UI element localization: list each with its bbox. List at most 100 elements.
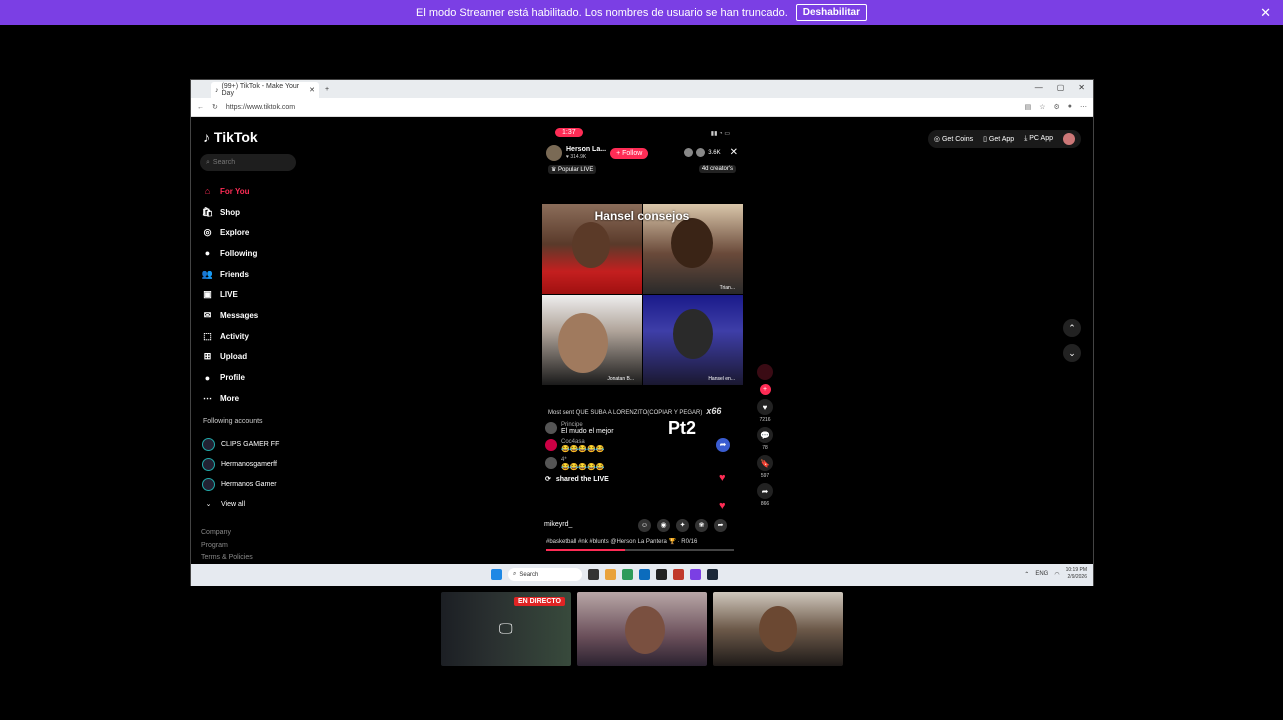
sidebar-item-upload[interactable]: ⊞ Upload <box>202 347 312 368</box>
live-stream-player: 1:37 ▮▮ ◔ ▭ Herson La... ♥ 314.9K + Foll… <box>540 127 744 555</box>
system-tray: ⌃ ENG ◠ 10:19 PM 2/9/2026 <box>1024 567 1087 581</box>
share-icon[interactable]: ➦ <box>714 519 727 532</box>
sidebar-footer: Company Program Terms & Policies <box>201 527 253 564</box>
following-account[interactable]: Hermanos Gamer <box>202 474 279 494</box>
back-icon[interactable]: ← <box>197 104 204 111</box>
gift-icon[interactable]: ✦ <box>676 519 689 532</box>
sidebar-item-for-you[interactable]: ⌂ For You <box>202 181 312 202</box>
host-avatar[interactable] <box>546 145 562 161</box>
browser-toolbar: ▤ ☆ ⚙ ● ⋯ <box>1025 103 1087 111</box>
sidebar-item-live[interactable]: ▣ LIVE <box>202 284 312 305</box>
favorite-icon[interactable]: ☆ <box>1039 103 1045 111</box>
sidebar-item-profile[interactable]: ● Profile <box>202 367 312 388</box>
chevron-down-icon: ⌄ <box>205 501 212 508</box>
like-action[interactable]: ♥ 7216 <box>757 399 773 423</box>
messages-icon: ✉ <box>203 309 212 320</box>
comment-input[interactable]: mikeyrd_ <box>544 521 572 528</box>
bookmark-action[interactable]: 🔖 597 <box>757 455 773 479</box>
sidebar-item-following[interactable]: ● Following <box>202 243 312 264</box>
close-window-button[interactable]: ✕ <box>1078 83 1085 92</box>
bottom-actions: ☺ ◉ ✦ ❀ ➦ <box>638 519 727 532</box>
guest-name: Jonatan B... <box>607 376 634 382</box>
minimize-button[interactable]: — <box>1035 83 1043 92</box>
extensions-icon[interactable]: ⚙ <box>1053 103 1059 111</box>
get-app-button[interactable]: ▯ Get App <box>983 135 1014 143</box>
progress-bar <box>546 549 734 551</box>
host-name[interactable]: Herson La... <box>566 146 606 153</box>
search-input[interactable]: ⌕ Search <box>200 154 296 171</box>
rose-icon[interactable]: ❀ <box>695 519 708 532</box>
disable-button[interactable]: Deshabilitar <box>795 4 868 21</box>
task-view-icon[interactable] <box>588 569 599 580</box>
tiktok-logo[interactable]: ♪ TikTok <box>203 129 258 145</box>
taskbar-search[interactable]: ⌕ Search <box>508 568 582 581</box>
store-icon[interactable] <box>639 569 650 580</box>
close-icon[interactable]: ✕ <box>730 147 738 158</box>
share-action[interactable]: ➦ 866 <box>757 483 773 507</box>
app-icon[interactable] <box>673 569 684 580</box>
maximize-button[interactable]: ▢ <box>1057 83 1065 92</box>
file-explorer-icon[interactable] <box>605 569 616 580</box>
sidebar-item-shop[interactable]: 🛍 Shop <box>202 202 312 223</box>
refresh-icon[interactable]: ↻ <box>212 103 218 111</box>
streamer-mode-banner: El modo Streamer está habilitado. Los no… <box>0 0 1283 25</box>
twitch-icon[interactable] <box>690 569 701 580</box>
guest-video-4[interactable]: Hansel en... <box>643 295 743 385</box>
tab-close-icon[interactable]: ✕ <box>309 86 315 94</box>
webcam-thumbnail-2[interactable] <box>713 592 843 666</box>
heart-icon: ♥ <box>719 472 726 484</box>
following-account[interactable]: CLIPS GAMER FF <box>202 434 279 454</box>
obs-icon[interactable] <box>656 569 667 580</box>
live-badge: EN DIRECTO <box>513 597 565 606</box>
close-icon[interactable]: ✕ <box>1260 5 1271 21</box>
sidebar-item-activity[interactable]: ⬚ Activity <box>202 326 312 347</box>
new-tab-button[interactable]: + <box>325 86 329 93</box>
browser-tab[interactable]: ♪ (99+) TikTok - Make Your Day ✕ <box>211 82 319 98</box>
multi-guest-grid: Trian... Jonatan B... Hansel en... Hanse… <box>542 204 743 385</box>
following-account[interactable]: Hermanosgamerff <box>202 454 279 474</box>
footer-link-program[interactable]: Program <box>201 540 253 553</box>
floating-hearts: ♥ ♥ <box>719 472 726 512</box>
sidebar-item-friends[interactable]: 👥 Friends <box>202 264 312 285</box>
gift-avatar[interactable] <box>757 364 773 380</box>
emoji-icon[interactable]: ☺ <box>638 519 651 532</box>
sidebar-item-explore[interactable]: ◎ Explore <box>202 222 312 243</box>
view-all-link[interactable]: ⌄ View all <box>202 494 279 514</box>
steam-icon[interactable] <box>707 569 718 580</box>
tray-chevron-icon[interactable]: ⌃ <box>1024 571 1029 578</box>
share-bubble-icon[interactable]: ➦ <box>716 438 730 452</box>
edge-icon[interactable] <box>622 569 633 580</box>
footer-link-company[interactable]: Company <box>201 527 253 540</box>
following-accounts-list: CLIPS GAMER FF Hermanosgamerff Hermanos … <box>202 434 279 514</box>
chevron-down-icon[interactable]: ⌄ <box>1063 344 1081 362</box>
pc-app-button[interactable]: ⤓ PC App <box>1024 135 1053 143</box>
url-field[interactable]: https://www.tiktok.com <box>226 104 846 111</box>
reader-icon[interactable]: ▤ <box>1025 103 1032 111</box>
sidebar-item-more[interactable]: ⋯ More <box>202 388 312 409</box>
sidebar-item-messages[interactable]: ✉ Messages <box>202 305 312 326</box>
host-info: Herson La... ♥ 314.9K + Follow <box>546 145 649 161</box>
language-indicator[interactable]: ENG <box>1035 571 1048 577</box>
windows-start-icon[interactable] <box>491 569 502 580</box>
chevron-up-icon[interactable]: ⌃ <box>1063 319 1081 337</box>
webcam-thumbnail-1[interactable] <box>577 592 707 666</box>
user-avatar[interactable] <box>1063 133 1075 145</box>
clock[interactable]: 10:19 PM 2/9/2026 <box>1066 567 1087 581</box>
tiktok-favicon-icon: ♪ <box>215 86 219 94</box>
add-icon[interactable]: + <box>759 384 771 395</box>
browser-window: ♪ (99+) TikTok - Make Your Day ✕ + — ▢ ✕… <box>190 79 1094 586</box>
screen-share-thumbnail[interactable]: EN DIRECTO 🖵 <box>441 592 571 666</box>
profile-icon[interactable]: ● <box>1068 103 1072 111</box>
follow-button[interactable]: + Follow <box>610 147 649 159</box>
menu-icon[interactable]: ⋯ <box>1080 103 1087 111</box>
wifi-icon[interactable]: ◠ <box>1054 571 1059 578</box>
signal-battery-icon: ▮▮ ◔ ▭ <box>710 131 730 137</box>
comment-icon: 💬 <box>757 427 773 443</box>
guest-icon[interactable]: ◉ <box>657 519 670 532</box>
get-coins-button[interactable]: ◎ Get Coins <box>934 135 973 143</box>
more-icon: ⋯ <box>203 392 212 403</box>
footer-link-terms[interactable]: Terms & Policies <box>201 552 253 564</box>
comment-action[interactable]: 💬 78 <box>757 427 773 451</box>
search-icon: ⌕ <box>206 158 210 166</box>
guest-video-3[interactable]: Jonatan B... <box>542 295 642 385</box>
